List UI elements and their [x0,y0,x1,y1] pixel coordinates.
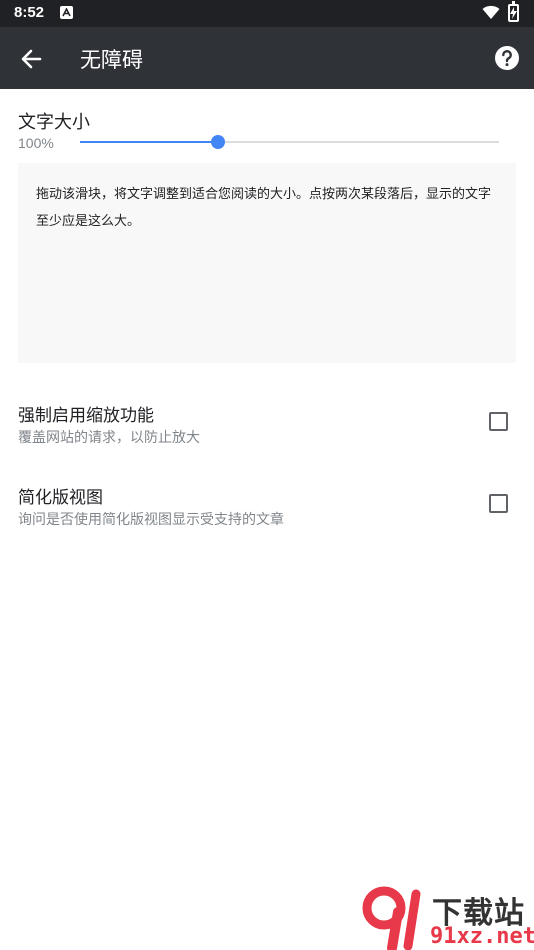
wifi-icon [482,5,500,24]
help-circle-icon[interactable] [494,45,520,71]
slider-thumb[interactable] [211,135,226,149]
pref-force-zoom[interactable]: 强制启用缩放功能 覆盖网站的请求，以防止放大 [0,401,534,471]
simplified-view-checkbox[interactable] [489,494,508,513]
text-size-title: 文字大小 [18,112,90,133]
status-bar: 8:52 [0,0,534,27]
pref-simplified-view[interactable]: 简化版视图 询问是否使用简化版视图显示受支持的文章 [0,483,534,553]
watermark: 下载站 91xz.net [362,886,534,950]
text-size-slider[interactable] [80,133,499,151]
status-time: 8:52 [14,4,45,21]
notification-a-icon [60,6,73,19]
pref-title: 简化版视图 [18,488,103,508]
watermark-logo-icon [362,886,421,950]
pref-subtitle: 询问是否使用简化版视图显示受支持的文章 [18,512,284,528]
text-size-percent: 100% [18,135,54,151]
watermark-bottom-text: 91xz.net [430,924,534,949]
page-title: 无障碍 [80,48,143,72]
pref-subtitle: 覆盖网站的请求，以防止放大 [18,430,200,446]
preview-text: 拖动该滑块，将文字调整到适合您阅读的大小。点按两次某段落后，显示的文字至少应是这… [36,187,492,229]
text-size-preview: 拖动该滑块，将文字调整到适合您阅读的大小。点按两次某段落后，显示的文字至少应是这… [18,163,516,363]
pref-title: 强制启用缩放功能 [18,406,154,426]
battery-charging-icon [508,1,519,22]
force-zoom-checkbox[interactable] [489,412,508,431]
app-bar: 无障碍 [0,27,534,89]
arrow-back-icon[interactable] [18,45,46,73]
slider-fill [80,141,219,143]
